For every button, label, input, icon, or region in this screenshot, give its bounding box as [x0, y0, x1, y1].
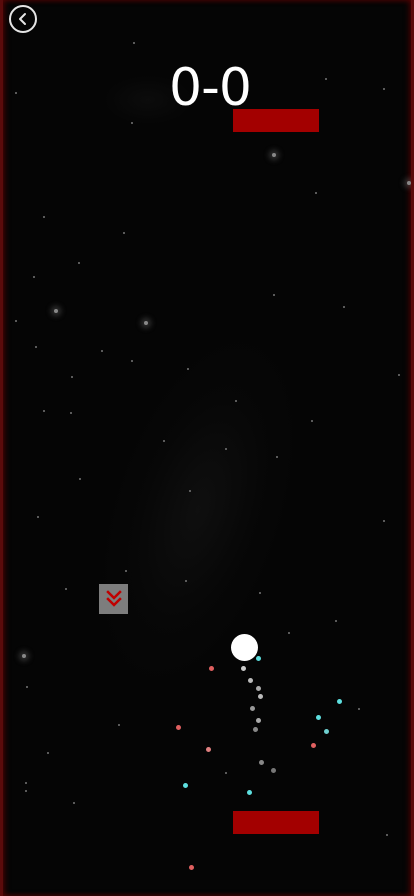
star — [79, 478, 81, 480]
star — [125, 570, 127, 572]
star — [358, 708, 360, 710]
trail-particle — [256, 686, 261, 691]
trail-particle — [247, 790, 252, 795]
star — [133, 42, 135, 44]
star — [383, 520, 385, 522]
star — [35, 346, 37, 348]
star — [315, 192, 317, 194]
powerup-block — [99, 584, 128, 614]
star — [225, 448, 227, 450]
star — [131, 360, 133, 362]
star — [25, 790, 27, 792]
star — [335, 620, 337, 622]
star — [189, 490, 191, 492]
star — [343, 306, 345, 308]
star — [43, 216, 45, 218]
star — [123, 232, 125, 234]
opponent-paddle — [233, 109, 319, 132]
star — [276, 456, 278, 458]
star — [288, 632, 290, 634]
star — [70, 412, 72, 414]
star — [73, 802, 75, 804]
trail-particle — [250, 706, 255, 711]
star — [187, 368, 189, 370]
glowing-star — [407, 181, 411, 185]
trail-particle — [256, 656, 261, 661]
star — [71, 376, 73, 378]
star — [25, 782, 27, 784]
star — [43, 410, 45, 412]
star — [311, 420, 313, 422]
star — [131, 122, 133, 124]
score-display: 0-0 — [169, 58, 252, 118]
trail-particle — [256, 718, 261, 723]
star — [273, 294, 275, 296]
trail-particle — [209, 666, 214, 671]
trail-particle — [271, 768, 276, 773]
galaxy-background — [61, 312, 335, 708]
star — [259, 592, 261, 594]
star — [118, 724, 120, 726]
star — [163, 440, 165, 442]
trail-particle — [259, 760, 264, 765]
star — [386, 834, 388, 836]
trail-particle — [311, 743, 316, 748]
trail-particle — [248, 678, 253, 683]
glowing-star — [54, 309, 58, 313]
trail-particle — [253, 727, 258, 732]
back-button[interactable] — [9, 5, 37, 33]
star — [225, 772, 227, 774]
trail-particle — [189, 865, 194, 870]
star — [26, 686, 28, 688]
trail-particle — [241, 666, 246, 671]
star — [185, 580, 187, 582]
trail-particle — [206, 747, 211, 752]
star — [101, 350, 103, 352]
glowing-star — [272, 153, 276, 157]
star — [78, 262, 80, 264]
trail-particle — [316, 715, 321, 720]
trail-particle — [337, 699, 342, 704]
glowing-star — [144, 321, 148, 325]
star — [37, 516, 39, 518]
game-field[interactable]: 0-0 — [0, 0, 414, 896]
trail-particle — [324, 729, 329, 734]
star — [398, 374, 400, 376]
double-chevron-down-icon — [105, 590, 122, 607]
trail-particle — [176, 725, 181, 730]
player-paddle[interactable] — [233, 811, 319, 834]
back-chevron-icon — [19, 13, 26, 25]
ball — [231, 634, 258, 661]
trail-particle — [183, 783, 188, 788]
star — [15, 320, 17, 322]
star — [65, 588, 67, 590]
star — [235, 400, 237, 402]
trail-particle — [258, 694, 263, 699]
star — [47, 752, 49, 754]
star — [33, 276, 35, 278]
glowing-star — [22, 654, 26, 658]
